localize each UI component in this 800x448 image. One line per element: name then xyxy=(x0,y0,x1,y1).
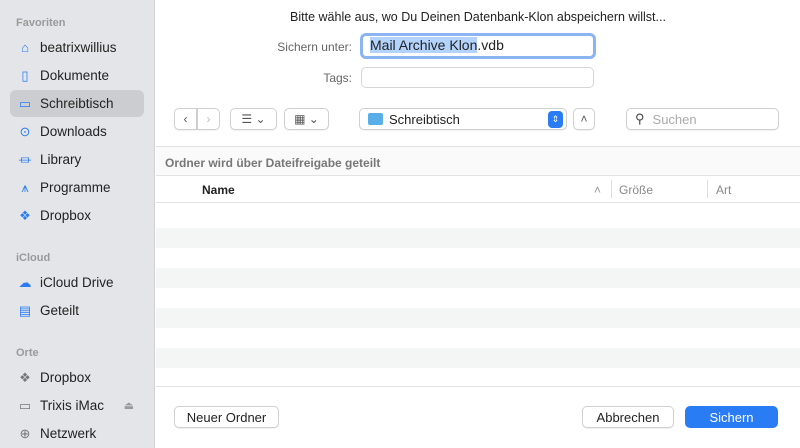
forward-button[interactable]: › xyxy=(197,108,220,130)
column-name[interactable]: Name xyxy=(202,183,235,197)
sidebar-section-header: iCloud xyxy=(16,252,51,264)
network-icon: ⊕ xyxy=(19,425,31,441)
collapse-button[interactable]: ˄ xyxy=(573,108,595,130)
sidebar-item-label: Programme xyxy=(40,180,111,195)
desktop-icon: ▭ xyxy=(18,95,32,111)
library-icon: ⏛ xyxy=(18,153,32,168)
location-popup[interactable]: Schreibtisch ⇕ xyxy=(359,108,567,130)
sidebar-item-trixis-imac[interactable]: ▭ Trixis iMac ⏏ xyxy=(10,392,144,419)
sidebar-item-label: Dokumente xyxy=(40,68,110,83)
sidebar-item-label: Dropbox xyxy=(40,208,92,223)
sidebar-item-netzwerk[interactable]: ⊕ Netzwerk xyxy=(10,420,144,447)
sidebar-item-label: Netzwerk xyxy=(40,426,97,441)
sidebar-item-label: beatrixwillius xyxy=(40,40,117,55)
search-icon: ⚲ xyxy=(635,111,645,126)
dropbox-icon: ❖ xyxy=(19,369,31,385)
sidebar-item-label: Trixis iMac xyxy=(40,398,104,413)
shared-notice: Ordner wird über Dateifreigabe geteilt xyxy=(156,146,800,176)
sidebar-item-label: Downloads xyxy=(40,124,107,139)
dropbox-icon: ❖ xyxy=(19,207,31,223)
sidebar-item-label: Schreibtisch xyxy=(40,96,114,111)
sidebar-item-schreibtisch[interactable]: ▭ Schreibtisch xyxy=(10,90,144,117)
download-icon: ⊙ xyxy=(19,123,31,139)
sidebar-item-downloads[interactable]: ⊙ Downloads xyxy=(10,118,144,145)
sidebar-item-library[interactable]: ⏛ Library xyxy=(10,146,144,173)
folder-icon xyxy=(368,113,383,125)
nav-buttons: ‹ › xyxy=(174,108,220,130)
sidebar-section-header: Orte xyxy=(16,347,39,359)
stepper-icon: ⇕ xyxy=(548,110,563,128)
icon-view-button[interactable]: ▦ ⌄ xyxy=(284,108,329,130)
sidebar-item-icloud-drive[interactable]: ☁ iCloud Drive xyxy=(10,269,144,296)
sidebar-item-dropbox[interactable]: ❖ Dropbox xyxy=(10,364,144,391)
applications-icon: ⩚ xyxy=(21,179,29,195)
eject-icon[interactable]: ⏏ xyxy=(124,399,134,412)
filename-extension: .vdb xyxy=(477,37,504,53)
dialog-title: Bitte wähle aus, wo Du Deinen Datenbank-… xyxy=(290,10,666,24)
tags-input[interactable] xyxy=(361,67,594,88)
shared-folder-icon: ▤ xyxy=(18,302,32,318)
column-size[interactable]: Größe xyxy=(619,183,653,197)
column-kind[interactable]: Art xyxy=(716,183,731,197)
search-field[interactable]: ⚲ Suchen xyxy=(626,108,779,130)
sidebar-item-geteilt[interactable]: ▤ Geteilt xyxy=(10,297,144,324)
save-button[interactable]: Sichern xyxy=(685,406,778,428)
save-dialog: Bitte wähle aus, wo Du Deinen Datenbank-… xyxy=(156,0,800,448)
tags-label: Tags: xyxy=(323,71,352,85)
home-icon: ⌂ xyxy=(21,40,29,55)
filename-selected: Mail Archive Klon xyxy=(370,37,478,53)
sidebar-item-dropbox[interactable]: ❖ Dropbox xyxy=(10,202,144,229)
filename-input[interactable]: Mail Archive Klon.vdb xyxy=(360,33,596,59)
search-placeholder: Suchen xyxy=(652,111,697,127)
list-view-button[interactable]: ☰ ⌄ xyxy=(230,108,277,130)
new-folder-button[interactable]: Neuer Ordner xyxy=(174,406,279,428)
location-label: Schreibtisch xyxy=(389,111,460,127)
column-header: Name ˄ Größe Art xyxy=(156,176,800,203)
save-as-label: Sichern unter: xyxy=(277,40,352,54)
document-icon: ▯ xyxy=(21,67,29,83)
sidebar-item-label: iCloud Drive xyxy=(40,275,114,290)
sidebar-section-header: Favoriten xyxy=(16,17,66,29)
sidebar-item-label: Library xyxy=(40,152,82,167)
sort-ascending-icon: ˄ xyxy=(594,183,602,197)
cancel-button[interactable]: Abbrechen xyxy=(582,406,674,428)
sidebar-item-label: Dropbox xyxy=(40,370,92,385)
sidebar: Favoriten ⌂ beatrixwillius ▯ Dokumente ▭ Schre… xyxy=(0,0,155,448)
back-button[interactable]: ‹ xyxy=(174,108,197,130)
sidebar-item-programme[interactable]: ⩚ Programme xyxy=(10,174,144,201)
sidebar-item-label: Geteilt xyxy=(40,303,80,318)
file-list[interactable] xyxy=(156,204,800,387)
cloud-icon: ☁ xyxy=(18,274,32,290)
sidebar-item-beatrixwillius[interactable]: ⌂ beatrixwillius xyxy=(10,34,144,61)
sidebar-item-dokumente[interactable]: ▯ Dokumente xyxy=(10,62,144,89)
imac-icon: ▭ xyxy=(18,397,32,413)
